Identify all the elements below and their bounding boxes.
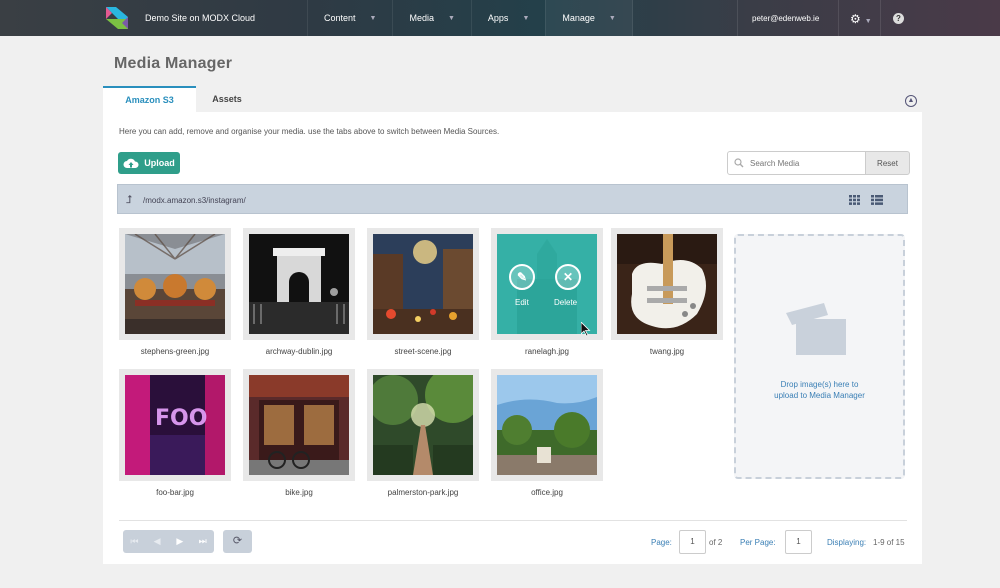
- cloud-upload-icon: [123, 158, 139, 168]
- media-tile[interactable]: [243, 228, 355, 340]
- search-box: [727, 151, 866, 175]
- image-upload-icon: [786, 303, 846, 355]
- page-title: Media Manager: [114, 55, 233, 72]
- chevron-down-icon: ▼: [447, 14, 455, 22]
- file-name: archway-dublin.jpg: [265, 347, 333, 356]
- chevron-down-icon: ▼: [522, 14, 530, 22]
- current-path: /modx.amazon.s3/instagram/: [143, 196, 246, 205]
- chevron-down-icon: ▼: [369, 14, 377, 22]
- page-count: of 2: [709, 538, 723, 547]
- thumbnail-image: [249, 234, 349, 334]
- settings-menu[interactable]: ⚙ ▼: [850, 12, 872, 26]
- close-icon: ✕: [562, 270, 574, 284]
- file-name: foo-bar.jpg: [156, 488, 194, 497]
- nav-manage[interactable]: Manage ▼: [545, 0, 633, 36]
- media-tile[interactable]: [367, 228, 479, 340]
- tab-amazon-s3[interactable]: Amazon S3: [103, 86, 196, 112]
- collapse-icon[interactable]: ▲: [905, 95, 917, 107]
- path-bar: ⮥ /modx.amazon.s3/instagram/: [117, 184, 908, 214]
- reset-button[interactable]: Reset: [865, 151, 910, 175]
- thumbnail-image: [249, 375, 349, 475]
- media-tile[interactable]: [367, 369, 479, 481]
- search-icon: [734, 158, 744, 168]
- displaying-label: Displaying:: [827, 538, 867, 547]
- refresh-icon[interactable]: ⟳: [223, 530, 252, 553]
- user-menu[interactable]: peter@edenweb.ie: [752, 14, 819, 23]
- chevron-down-icon: ▼: [864, 18, 872, 25]
- nav-media[interactable]: Media ▼: [392, 0, 470, 36]
- per-page-input[interactable]: 1: [785, 530, 812, 554]
- search-input[interactable]: [750, 158, 860, 168]
- svg-text:FOO: FOO: [155, 406, 207, 431]
- thumbnail-image: [617, 234, 717, 334]
- first-page-icon[interactable]: ⏮: [123, 536, 146, 547]
- upload-dropzone[interactable]: Drop image(s) here to upload to Media Ma…: [734, 234, 905, 479]
- media-tile[interactable]: [119, 228, 231, 340]
- displaying-value: 1-9 of 15: [873, 538, 905, 547]
- thumbnail-image: [373, 375, 473, 475]
- divider: [838, 0, 839, 36]
- next-page-icon[interactable]: ▶: [169, 536, 192, 547]
- divider: [880, 0, 881, 36]
- edit-label: Edit: [515, 298, 529, 307]
- delete-label: Delete: [554, 298, 578, 307]
- site-name[interactable]: Demo Site on MODX Cloud: [145, 13, 255, 23]
- media-tile[interactable]: [611, 228, 723, 340]
- file-name: street-scene.jpg: [394, 347, 452, 356]
- folder-up-icon[interactable]: ⮥: [126, 194, 133, 207]
- gear-icon: ⚙: [850, 12, 861, 26]
- page-label: Page:: [651, 538, 672, 547]
- delete-button[interactable]: ✕: [555, 264, 581, 290]
- top-bar: Demo Site on MODX Cloud Content ▼ Media ▼ …: [0, 0, 1000, 36]
- file-name: office.jpg: [531, 488, 563, 497]
- divider: [119, 520, 907, 521]
- nav-content[interactable]: Content ▼: [307, 0, 392, 36]
- dropzone-text: Drop image(s) here to upload to Media Ma…: [774, 380, 865, 400]
- thumbnail-image: [373, 234, 473, 334]
- divider: [737, 0, 738, 36]
- per-page-label: Per Page:: [740, 538, 776, 547]
- main-nav: Content ▼ Media ▼ Apps ▼ Manage ▼: [307, 0, 633, 36]
- thumbnail-image: [497, 375, 597, 475]
- page-input[interactable]: 1: [679, 530, 706, 554]
- chevron-down-icon: ▼: [608, 14, 616, 22]
- nav-apps[interactable]: Apps ▼: [470, 0, 545, 36]
- thumbnail-image: ✎ ✕ Edit Delete: [497, 234, 597, 334]
- file-name: twang.jpg: [649, 347, 685, 356]
- media-tile[interactable]: [243, 369, 355, 481]
- intro-text: Here you can add, remove and organise yo…: [119, 127, 500, 136]
- tab-assets[interactable]: Assets: [196, 86, 258, 112]
- file-name: palmerston-park.jpg: [387, 488, 459, 497]
- upload-button[interactable]: Upload: [118, 152, 180, 174]
- file-name: stephens-green.jpg: [140, 347, 210, 356]
- grid-view-icon[interactable]: [849, 195, 860, 205]
- help-icon[interactable]: ?: [893, 13, 904, 24]
- prev-page-icon[interactable]: ◀: [146, 536, 169, 547]
- list-view-icon[interactable]: [871, 195, 883, 205]
- edit-button[interactable]: ✎: [509, 264, 535, 290]
- hover-overlay: ✎ ✕ Edit Delete: [497, 234, 597, 334]
- last-page-icon[interactable]: ⏭: [191, 536, 214, 547]
- media-tile[interactable]: FOO: [119, 369, 231, 481]
- modx-logo-icon[interactable]: [104, 5, 130, 31]
- pagination-controls: ⏮ ◀ ▶ ⏭: [123, 530, 214, 553]
- pencil-icon: ✎: [516, 270, 528, 284]
- thumbnail-image: FOO: [125, 375, 225, 475]
- mouse-cursor-icon: [581, 322, 591, 337]
- media-tile[interactable]: [491, 369, 603, 481]
- file-name: ranelagh.jpg: [524, 347, 570, 356]
- file-name: bike.jpg: [285, 488, 313, 497]
- thumbnail-image: [125, 234, 225, 334]
